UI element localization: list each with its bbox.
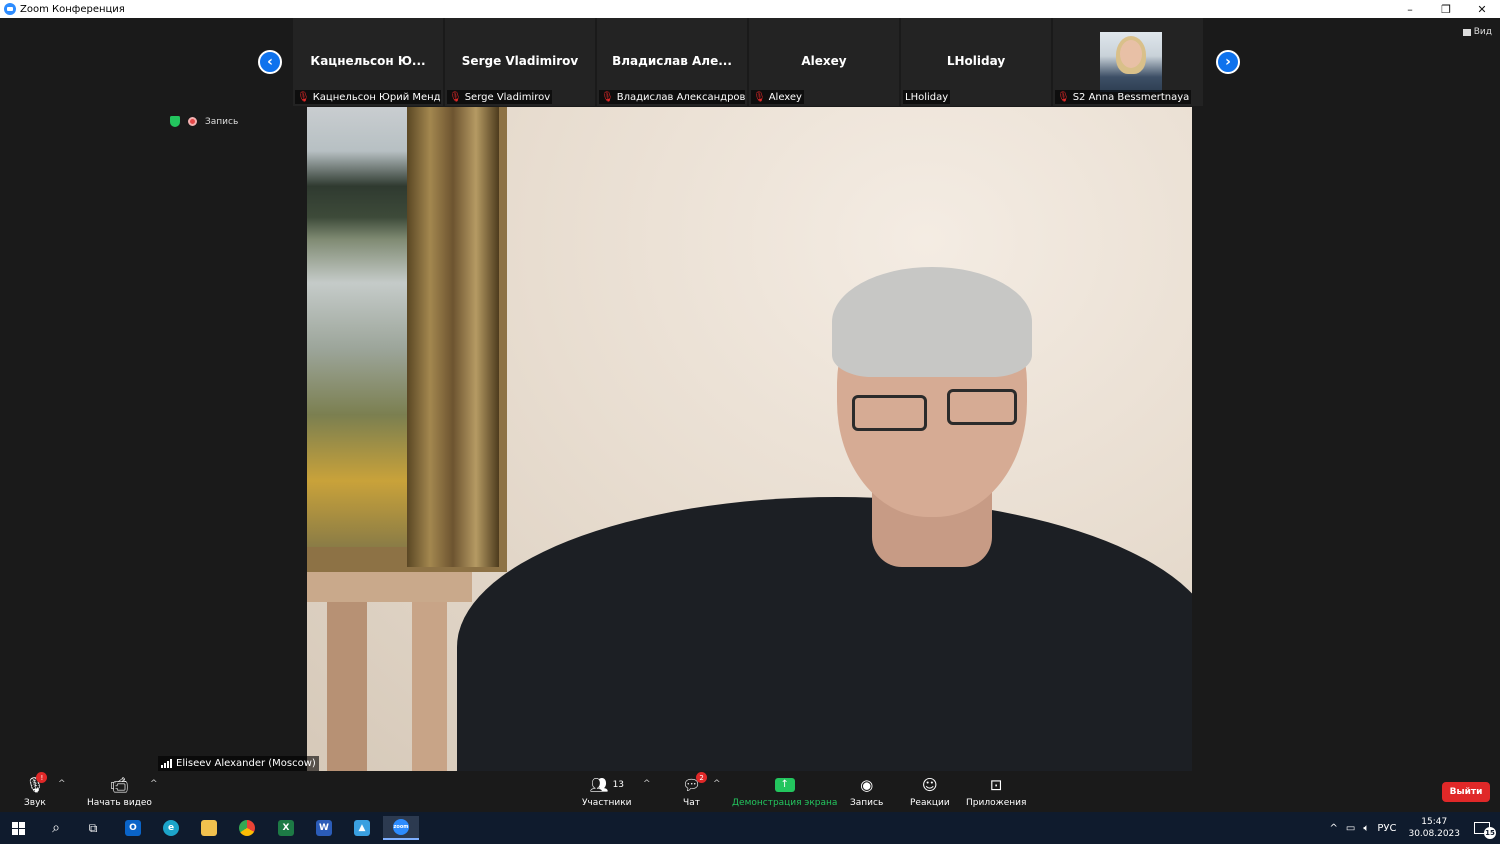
windows-taskbar: ⌕ ⧉ O e X W ▲ zoom ^ ▭ 🔈︎ РУС 15:47 30.0… <box>0 812 1500 844</box>
painting <box>307 107 507 572</box>
clock[interactable]: 15:47 30.08.2023 <box>1408 816 1460 840</box>
mic-muted-icon: 🎙︎ <box>297 91 310 103</box>
participant-name: Владислав Але... <box>612 54 732 68</box>
window-title: Zoom Конференция <box>20 3 125 15</box>
grid-icon <box>1462 28 1471 36</box>
network-icon[interactable]: ▭ <box>1346 823 1355 834</box>
minimize-button[interactable]: – <box>1392 0 1428 18</box>
system-tray: ^ ▭ 🔈︎ РУС 15:47 30.08.2023 15 <box>1326 812 1500 844</box>
participant-tile[interactable]: Кацнельсон Ю... 🎙︎Кацнельсон Юрий Менде.… <box>293 18 443 106</box>
excel-icon[interactable]: X <box>268 816 304 840</box>
active-speaker-video <box>307 107 1192 771</box>
participant-name: LHoliday <box>946 54 1006 68</box>
record-icon: ◉ <box>860 776 874 794</box>
volume-icon[interactable]: 🔈︎ <box>1363 823 1369 834</box>
participants-count: 13 <box>612 780 625 790</box>
participant-label: 🎙︎ Serge Vladimirov <box>447 90 553 104</box>
notifications-icon[interactable]: 15 <box>1474 822 1496 839</box>
start-button[interactable] <box>0 816 36 840</box>
participant-photo <box>1100 32 1162 92</box>
clock-date: 30.08.2023 <box>1408 829 1460 839</box>
language-indicator[interactable]: РУС <box>1377 823 1396 834</box>
mic-muted-icon: 🎙︎ <box>601 91 614 103</box>
speaker-name-tag: Eliseev Alexander (Moscow) <box>158 756 319 771</box>
video-options-caret[interactable]: ^ <box>150 779 158 789</box>
edge-icon[interactable]: e <box>153 816 189 840</box>
notifications-count: 15 <box>1484 827 1496 839</box>
photos-icon[interactable]: ▲ <box>344 816 380 840</box>
apps-button[interactable]: ⊡ Приложения <box>966 775 1026 808</box>
zoom-taskbar-icon[interactable]: zoom <box>383 816 419 840</box>
video-off-icon: 📹︎ <box>109 776 129 794</box>
title-bar: Zoom Конференция – ❐ ✕ <box>0 0 1500 18</box>
participant-label: 🎙︎Кацнельсон Юрий Менде... <box>295 90 441 104</box>
leave-button[interactable]: Выйти <box>1442 782 1490 802</box>
security-shield-icon[interactable] <box>170 116 180 127</box>
mic-muted-icon: 🎙︎ <box>753 91 766 103</box>
outlook-icon[interactable]: O <box>115 816 151 840</box>
chat-options-caret[interactable]: ^ <box>713 779 721 789</box>
participant-tile[interactable]: 🎙︎ S2 Anna Bessmertnaya <box>1053 18 1203 106</box>
restore-button[interactable]: ❐ <box>1428 0 1464 18</box>
meeting-status: Запись <box>170 116 238 127</box>
chat-icon: 💬︎ 2 <box>682 772 708 795</box>
mic-muted-icon: 🎙︎ <box>1057 91 1070 103</box>
participant-label: 🎙︎Владислав Александрович... <box>599 90 745 104</box>
participants-button[interactable]: 👥︎ 13 Участники <box>582 775 632 808</box>
participant-label: 🎙︎ S2 Anna Bessmertnaya <box>1055 90 1192 104</box>
participant-strip: Кацнельсон Ю... 🎙︎Кацнельсон Юрий Менде.… <box>293 18 1206 106</box>
word-icon[interactable]: W <box>306 816 342 840</box>
participant-name: Кацнельсон Ю... <box>310 54 426 68</box>
chrome-icon[interactable] <box>229 816 265 840</box>
search-icon[interactable]: ⌕ <box>38 816 74 840</box>
participant-tile[interactable]: Владислав Але... 🎙︎ Владислав Александров… <box>597 18 747 106</box>
participants-options-caret[interactable]: ^ <box>643 779 651 789</box>
view-label: Вид <box>1473 27 1492 37</box>
chat-button[interactable]: 💬︎ 2 Чат <box>682 772 708 808</box>
zoom-window: Zoom Конференция – ❐ ✕ Вид ‹ › Кацнельсо… <box>0 0 1500 812</box>
clock-time: 15:47 <box>1421 817 1448 827</box>
reactions-button[interactable]: ☺ Реакции <box>910 775 950 808</box>
participant-tile[interactable]: Serge Vladimirov 🎙︎ Serge Vladimirov <box>445 18 595 106</box>
signal-strength-icon <box>161 759 172 768</box>
tray-expand-icon[interactable]: ^ <box>1330 823 1338 834</box>
meeting-toolbar: 🎙︎! Звук ^ 📹︎ Начать видео ^ 👥︎ 13 Участн… <box>0 771 1500 812</box>
audio-options-caret[interactable]: ^ <box>58 779 66 789</box>
view-button[interactable]: Вид <box>1462 27 1492 37</box>
reactions-icon: ☺ <box>922 776 938 794</box>
participant-name: Serge Vladimirov <box>461 54 579 68</box>
task-view-icon[interactable]: ⧉ <box>75 816 111 840</box>
participant-tile[interactable]: Alexey 🎙︎ Alexey <box>749 18 899 106</box>
speaker-name: Eliseev Alexander (Moscow) <box>176 758 316 769</box>
recording-label: Запись <box>205 116 239 127</box>
record-button[interactable]: ◉ Запись <box>850 775 883 808</box>
participant-label: LHoliday <box>903 90 951 104</box>
participant-name: Alexey <box>801 54 847 68</box>
zoom-app-icon <box>4 3 16 15</box>
prev-page-button[interactable]: ‹ <box>258 50 282 74</box>
share-screen-button[interactable]: ↑ Демонстрация экрана <box>732 775 837 808</box>
microphone-icon: 🎙︎! <box>25 772 48 795</box>
apps-icon: ⊡ <box>989 776 1003 794</box>
share-screen-icon: ↑ <box>774 775 795 795</box>
file-explorer-icon[interactable] <box>191 816 227 840</box>
participants-icon: 👥︎ <box>589 776 609 794</box>
chat-badge: 2 <box>696 772 708 783</box>
next-page-button[interactable]: › <box>1216 50 1240 74</box>
start-video-button[interactable]: 📹︎ Начать видео <box>87 775 152 808</box>
audio-button[interactable]: 🎙︎! Звук <box>24 772 48 808</box>
recording-icon <box>188 117 197 126</box>
windows-logo-icon <box>11 821 25 835</box>
mic-muted-icon: 🎙︎ <box>449 91 462 103</box>
participant-label: 🎙︎ Alexey <box>751 90 804 104</box>
participant-tile[interactable]: LHoliday LHoliday <box>901 18 1051 106</box>
close-button[interactable]: ✕ <box>1464 0 1500 18</box>
